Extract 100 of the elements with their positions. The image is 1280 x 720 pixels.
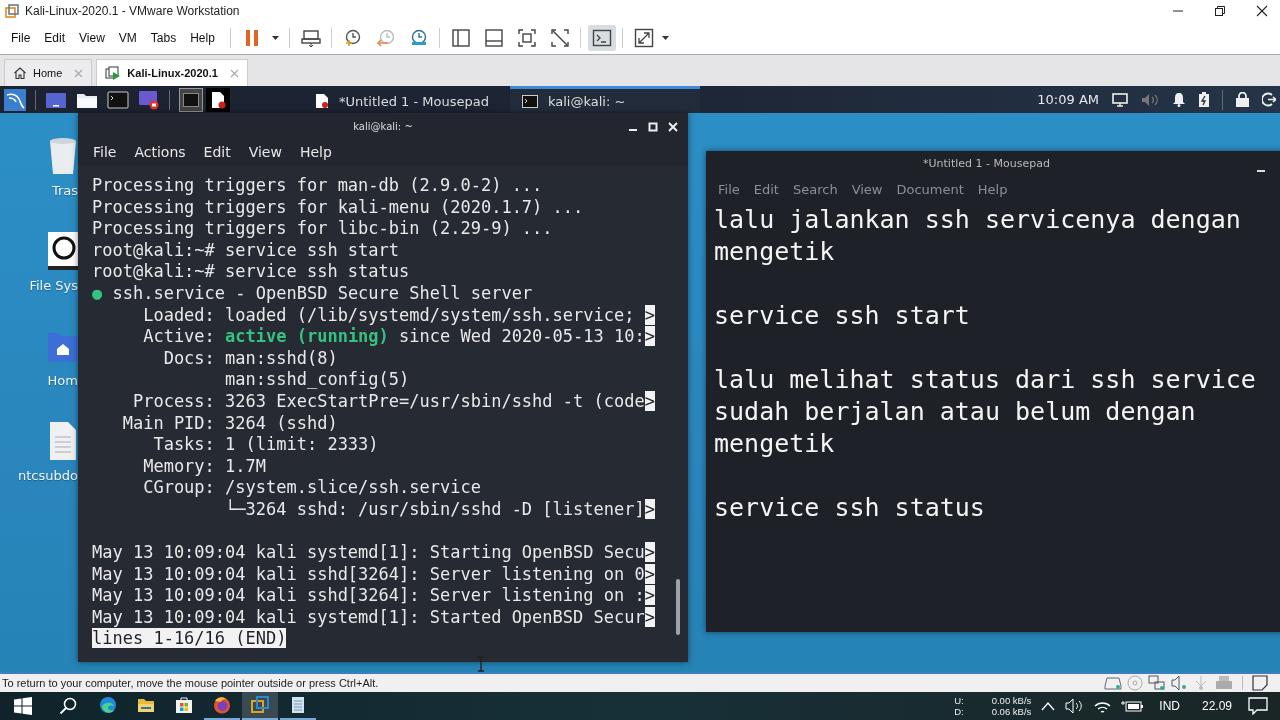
tab[interactable]: Kali-Linux-2020.1 [96,59,248,86]
editor-text: service ssh start [714,300,971,332]
menu-item[interactable]: Tabs [150,31,177,45]
menu-item[interactable]: File [11,31,31,45]
menu-item[interactable]: Help [299,144,332,160]
clock-icon [375,28,396,48]
terminal-text: May 13 10:09:04 kali systemd[1]: Starting OpenBSD Secu [92,542,645,563]
start-icon[interactable] [14,697,32,715]
terminal-text: ● [92,282,103,303]
thumbnail-bar-icon [483,28,504,48]
speaker-icon[interactable] [1171,675,1187,691]
download-label: D: [954,706,964,717]
terminal-text: Tasks: 1 (limit: 2333) [152,434,379,455]
scrollbar-thumb[interactable] [676,579,680,635]
window-icon [183,92,199,107]
desktop-icon-label[interactable]: ntcsubdo [18,468,78,483]
file-icon[interactable] [48,422,78,460]
browser-icon [212,695,232,715]
terminal-text: Main PID: 3264 (sshd) [121,412,338,433]
menu-item[interactable]: Help [977,181,1008,197]
terminal-text: ssh.service - OpenBSD Secure Shell server [111,282,533,303]
window-title: Kali-Linux-2020.1 - VMware Workstation [25,4,241,18]
highlighted-text: > [644,390,655,411]
menu-item[interactable]: View [851,181,883,197]
terminal-icon[interactable] [107,90,129,109]
workspace-button[interactable] [179,87,203,112]
taskbar-button[interactable]: *Untitled 1 - Mousepad [303,86,501,113]
battery-icon[interactable] [1121,699,1144,713]
menu-item[interactable]: Edit [44,31,66,45]
terminal-text: CGroup: /system.slice/ssh.service [142,477,481,498]
window-title: *Untitled 1 - Mousepad [923,157,1050,170]
editor-text: lalu jalankan ssh servicenya dengan [714,204,1242,236]
restore-icon[interactable] [1214,5,1226,17]
terminal-text: since Wed 2020-05-13 10: [398,326,645,347]
editor-text: service ssh status [714,492,986,524]
text-cursor-icon [477,656,485,672]
chevron-up-icon[interactable] [1041,701,1056,711]
menu-item[interactable]: Edit [203,144,231,160]
menu-item[interactable]: View [248,144,282,160]
highlighted-text: lines 1-16/16 (END) [92,628,287,649]
highlighted-text: > [644,304,655,325]
desktop-icon-label[interactable]: Hom [47,373,78,388]
menu-item[interactable]: File [718,181,740,197]
terminal-text: Processing triggers for man-db (2.9.0-2) ... [92,175,543,195]
clock[interactable]: 10:09 AM [1037,92,1099,107]
monitor-icon[interactable] [1112,92,1128,107]
editor-text: sudah berjalan atau belum dengan [714,396,1197,428]
menu-item[interactable]: Search [792,181,838,197]
speaker-icon[interactable] [1065,698,1084,714]
menu-item[interactable]: Help [190,31,215,45]
menu-item[interactable]: Document [896,181,964,197]
editor-text: lalu melihat status dari ssh service [714,364,1257,396]
terminal-text: Docs: man:sshd(8) [162,347,338,368]
bell-icon[interactable] [1172,92,1186,107]
toolbar-button[interactable] [587,25,616,51]
highlighted-text: > [644,563,655,584]
highlighted-text: > [644,585,655,606]
workspace-button[interactable] [206,87,230,112]
desktop-icon-label[interactable]: File Sys [29,278,78,293]
browser-icon [98,695,118,715]
upload-rate: 0.00 kB/s [991,695,1032,706]
menu-item[interactable]: Actions [134,144,186,160]
logout-icon[interactable] [1262,92,1276,107]
editor-text: mengetik [714,428,836,460]
network-icon[interactable] [1148,675,1166,691]
terminal-text: └─3264 sshd: /usr/sbin/sshd -D [listener] [224,498,645,519]
vm-icon [250,695,270,715]
clock[interactable]: 22.09 [1201,699,1232,713]
caret-icon [661,36,669,40]
document-icon [210,90,226,109]
download-rate: 0.06 kB/s [991,706,1032,717]
drive-icon[interactable] [48,232,78,270]
computer-icon [300,28,321,48]
battery-icon[interactable] [1199,92,1209,107]
taskbar-button[interactable]: kali@kali: ~ [509,86,700,113]
vm-icon [105,66,122,80]
menu-item[interactable]: File [93,144,117,160]
highlighted-text: > [644,606,655,627]
desktop-icon[interactable] [45,90,67,109]
terminal-text: May 13 10:09:04 kali systemd[1]: Started OpenBSD Secur [92,606,645,627]
terminal-text: Active: [142,326,216,347]
terminal-text: May 13 10:09:04 kali sshd[3264]: Server listening on 0 [92,563,645,584]
maximize-icon[interactable] [648,122,658,132]
tab[interactable]: Home [4,59,93,86]
terminal-text: May 13 10:09:04 kali sshd[3264]: Server listening on : [92,585,645,606]
app-logo-icon [5,4,19,18]
menu-item[interactable]: View [79,31,105,45]
kali-logo-icon[interactable] [4,88,26,111]
trash-icon[interactable] [48,137,78,175]
menu-item[interactable]: Edit [753,181,779,197]
note-icon[interactable] [1252,675,1268,691]
screen-recorder-icon[interactable] [138,89,160,110]
terminal-text: root@kali:~# service ssh start [92,239,400,260]
language-indicator[interactable]: IND [1159,699,1180,713]
console-icon [591,28,612,48]
notification-icon[interactable] [1248,697,1268,715]
menu-item[interactable]: VM [118,31,137,45]
search-icon[interactable] [59,697,77,715]
lock-icon[interactable] [1236,92,1249,107]
close-icon[interactable] [1256,5,1268,17]
